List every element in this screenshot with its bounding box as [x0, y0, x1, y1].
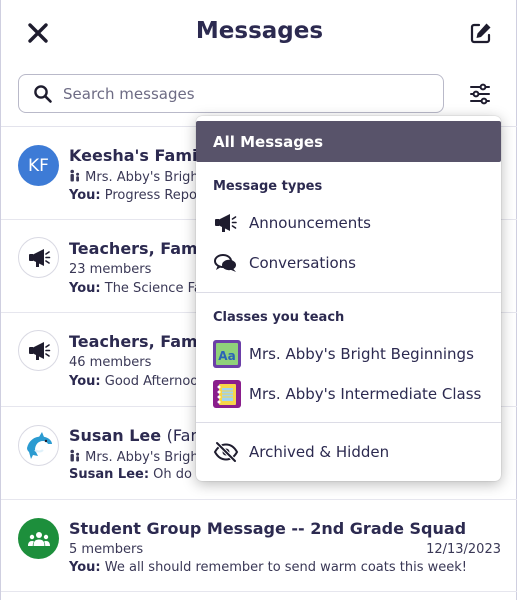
divider [196, 292, 501, 293]
conversation-row[interactable]: Student Group Message -- 2nd Grade Squad… [1, 500, 517, 592]
menu-item-all-messages[interactable]: All Messages [196, 121, 501, 162]
menu-item-label: Mrs. Abby's Bright Beginnings [249, 345, 474, 363]
menu-item-conversations[interactable]: Conversations [196, 244, 501, 282]
chat-bubbles-icon [214, 254, 236, 272]
top-bar: Messages [1, 0, 517, 66]
conversation-class: Mrs. Abby's Brigh [69, 169, 199, 185]
conversation-preview: Susan Lee: Oh do I n [69, 467, 213, 482]
conversation-name: Student Group Message -- 2nd Grade Squad [69, 519, 467, 538]
menu-item-label: Announcements [249, 214, 371, 232]
conversation-preview: You: The Science Fa [69, 281, 202, 296]
svg-text:Aa: Aa [218, 349, 235, 363]
member-count: 5 members [69, 542, 144, 557]
search-box [18, 74, 444, 113]
search-icon [34, 85, 52, 103]
conversation-date: 12/13/2023 [426, 542, 501, 557]
menu-item-label: Mrs. Abby's Intermediate Class [249, 385, 482, 403]
messages-panel: Messages KF Keesha's Family M [0, 0, 517, 600]
class-aa-icon: Aa [213, 340, 241, 368]
avatar [18, 518, 59, 559]
megaphone-icon [28, 341, 50, 360]
menu-item-class-bright-beginnings[interactable]: Aa Mrs. Abby's Bright Beginnings [196, 335, 501, 373]
megaphone-icon [28, 248, 50, 267]
section-header-classes: Classes you teach [213, 310, 345, 325]
menu-item-class-intermediate[interactable]: Mrs. Abby's Intermediate Class [196, 375, 501, 413]
conversation-preview: You: We all should remember to send warm… [69, 560, 467, 575]
group-icon [27, 531, 50, 546]
conversation-preview: You: Progress Report [69, 188, 208, 203]
member-count: 23 members [69, 262, 152, 277]
eye-slash-icon [213, 441, 239, 463]
megaphone-icon [215, 214, 237, 232]
filter-dropdown: All Messages Message types Announcements… [196, 116, 501, 481]
conversation-preview: You: Good Afternoo [69, 374, 199, 389]
filter-sliders-icon [470, 83, 490, 105]
compose-icon [470, 23, 491, 44]
menu-item-label: Conversations [249, 254, 356, 272]
page-title: Messages [195, 18, 324, 44]
search-input[interactable] [63, 81, 433, 107]
avatar [18, 425, 59, 466]
conversation-name-text: Keesha's Family [69, 146, 214, 165]
menu-item-label: Archived & Hidden [249, 443, 390, 461]
section-header-message-types: Message types [213, 179, 323, 194]
family-icon [70, 169, 80, 182]
divider [196, 422, 501, 423]
menu-item-announcements[interactable]: Announcements [196, 204, 501, 242]
avatar [18, 237, 59, 278]
conversation-class: Mrs. Abby's Brigh [69, 449, 199, 465]
compose-button[interactable] [467, 19, 495, 47]
member-count: 46 members [69, 355, 152, 370]
avatar: KF [18, 145, 59, 186]
dolphin-icon [26, 431, 52, 459]
filter-button[interactable] [467, 81, 493, 107]
menu-item-archived-hidden[interactable]: Archived & Hidden [196, 433, 501, 471]
family-icon [70, 449, 80, 462]
avatar [18, 330, 59, 371]
class-notebook-icon [213, 380, 241, 408]
